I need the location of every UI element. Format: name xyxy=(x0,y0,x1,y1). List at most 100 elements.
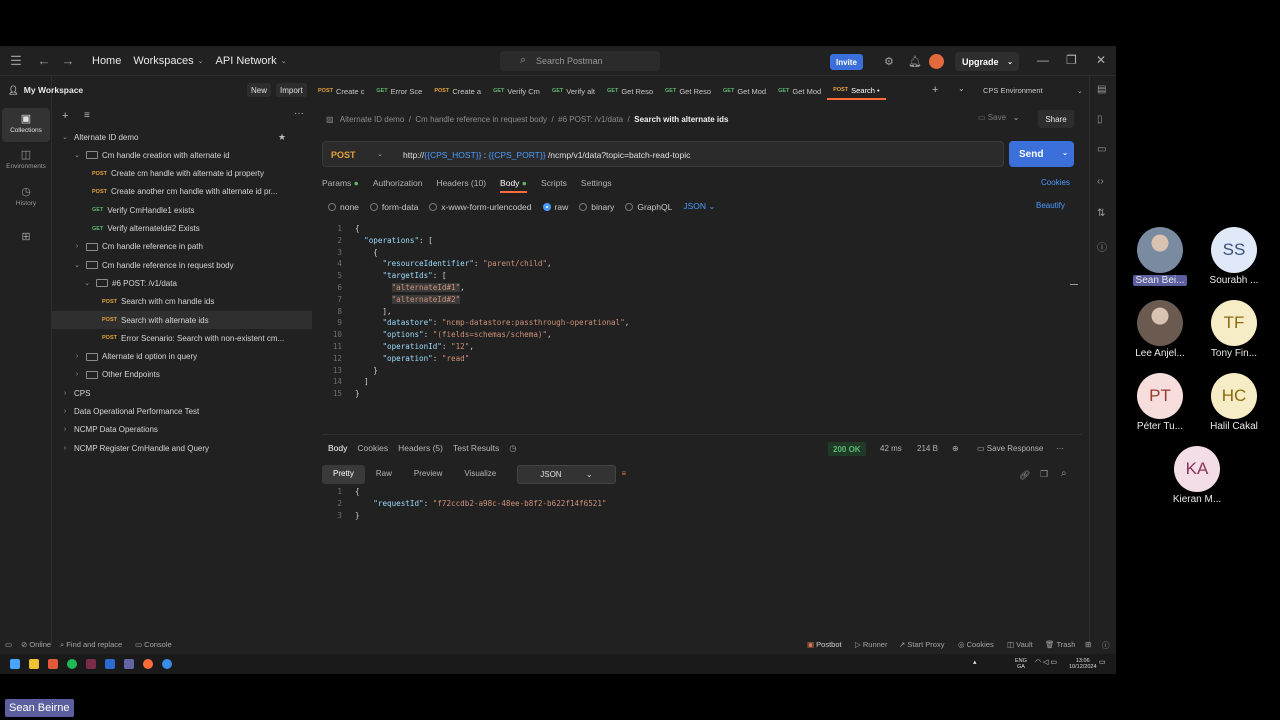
tab-body[interactable]: Body ● xyxy=(500,178,527,193)
sidebar-item[interactable]: › CPS xyxy=(52,384,312,402)
filter-icon[interactable]: ≡ xyxy=(84,110,90,121)
vault[interactable]: ◫ Vault xyxy=(1007,640,1033,649)
online-status[interactable]: ⊘ Online xyxy=(21,640,51,649)
participant-tile[interactable]: PT Péter Tu... xyxy=(1122,373,1198,432)
tab-request[interactable]: GET Get Mod xyxy=(772,82,827,100)
new-tab-icon[interactable]: + xyxy=(932,84,938,96)
comments-icon[interactable]: ▭ xyxy=(1097,144,1106,155)
tab-request[interactable]: GET Verify alt xyxy=(546,82,601,100)
url-input[interactable]: http://{{CPS_HOST}} : {{CPS_PORT}} /ncmp… xyxy=(403,150,690,160)
outlook-icon[interactable] xyxy=(105,659,115,669)
rail-collections[interactable]: ▣ Collections xyxy=(2,108,50,142)
sidebar-item[interactable]: ⌄ Cm handle creation with alternate id xyxy=(52,146,312,164)
new-button[interactable]: New xyxy=(247,83,272,97)
response-tab-headers[interactable]: Headers (5) xyxy=(398,443,443,454)
rail-environments[interactable]: ◫ Environments xyxy=(2,144,50,178)
info-icon[interactable]: ⓘ xyxy=(1097,239,1107,254)
beautify-link[interactable]: Beautify xyxy=(1036,201,1065,210)
tab-headers[interactable]: Headers (10) xyxy=(436,178,486,193)
menu-icon[interactable]: ☰ xyxy=(4,53,28,69)
tab-request[interactable]: GET Error Sce xyxy=(370,82,428,100)
radio-none[interactable]: none xyxy=(328,202,359,212)
chevron-right-icon[interactable]: › xyxy=(60,426,70,433)
layout-icon[interactable]: ▭ xyxy=(5,640,12,649)
sidebar-item[interactable]: POST Error Scenario: Search with non-exis… xyxy=(52,329,312,347)
browser-icon[interactable] xyxy=(48,659,58,669)
back-arrow-icon[interactable]: ← xyxy=(32,53,56,68)
format-preview[interactable]: Preview xyxy=(403,465,453,484)
format-visualize[interactable]: Visualize xyxy=(453,465,507,484)
breadcrumb-item[interactable]: #6 POST: /v1/data xyxy=(558,115,623,124)
send-button[interactable]: Send ⌄ xyxy=(1009,141,1074,167)
postman-icon[interactable] xyxy=(143,659,153,669)
participant-tile[interactable]: SS Sourabh ... xyxy=(1196,227,1272,286)
trash[interactable]: 🗑︎ Trash xyxy=(1045,640,1075,649)
save-response-button[interactable]: ▭ Save Response xyxy=(977,444,1043,453)
sidebar-item[interactable]: › Alternate id option in query xyxy=(52,348,312,366)
find-replace[interactable]: ⌕ Find and replace xyxy=(60,640,122,650)
share-button[interactable]: Share xyxy=(1038,110,1074,128)
chevron-down-icon[interactable]: ⌄ xyxy=(377,150,383,158)
chevron-up-icon[interactable]: ▴ xyxy=(973,659,977,666)
environment-selector[interactable]: CPS Environment ⌄ xyxy=(983,86,1083,95)
chevron-right-icon[interactable]: › xyxy=(72,371,82,378)
sidebar-item[interactable]: POST Create cm handle with alternate id p… xyxy=(52,165,312,183)
notification-bell-icon[interactable]: 🔔︎ xyxy=(908,55,922,68)
radio-urlencoded[interactable]: x-www-form-urlencoded xyxy=(429,202,532,212)
body-format-select[interactable]: JSON ⌄ xyxy=(683,201,715,212)
participant-tile[interactable]: TF Tony Fin... xyxy=(1196,300,1272,359)
spotify-icon[interactable] xyxy=(67,659,77,669)
notifications-icon[interactable]: ▭ xyxy=(1099,659,1106,666)
tab-request[interactable]: GET Get Mod xyxy=(717,82,772,100)
response-tab-body[interactable]: Body xyxy=(328,443,347,454)
radio-binary[interactable]: binary xyxy=(579,202,614,212)
settings-gear-icon[interactable]: ⚙ xyxy=(884,55,894,68)
radio-raw[interactable]: raw xyxy=(542,202,568,212)
cookies-link[interactable]: Cookies xyxy=(1041,178,1070,187)
file-explorer-icon[interactable] xyxy=(29,659,39,669)
windows-start-icon[interactable] xyxy=(10,659,20,669)
tab-request[interactable]: GET Get Reso xyxy=(659,82,717,100)
workspace-name[interactable]: My Workspace xyxy=(24,85,83,95)
app-icon[interactable] xyxy=(162,659,172,669)
workspaces-menu[interactable]: Workspaces ⌄ xyxy=(133,55,203,67)
user-avatar[interactable] xyxy=(929,54,944,69)
search-input[interactable]: ⌕ Search Postman xyxy=(500,51,660,71)
chevron-down-icon[interactable]: ⌄ xyxy=(72,151,82,159)
response-size[interactable]: 214 B xyxy=(917,444,938,453)
sidebar-item[interactable]: GET Verify alternateId#2 Exists xyxy=(52,220,312,238)
format-raw[interactable]: Raw xyxy=(365,465,403,484)
tab-authorization[interactable]: Authorization xyxy=(373,178,423,193)
save-button[interactable]: ▭ Save ⌄ xyxy=(978,113,1019,122)
radio-graphql[interactable]: GraphQL xyxy=(625,202,672,212)
chevron-right-icon[interactable]: › xyxy=(72,353,82,360)
scrollbar-marker[interactable] xyxy=(1070,284,1078,285)
upgrade-button[interactable]: Upgrade ⌄ xyxy=(955,52,1019,71)
sidebar-item[interactable]: › Other Endpoints xyxy=(52,366,312,384)
chevron-right-icon[interactable]: › xyxy=(60,408,70,415)
sidebar-item[interactable]: ⌄ #6 POST: /v1/data xyxy=(52,274,312,292)
sidebar-item[interactable]: › NCMP Data Operations xyxy=(52,421,312,439)
chevron-right-icon[interactable]: › xyxy=(60,390,70,397)
chevron-down-icon[interactable]: ⌄ xyxy=(60,133,70,141)
clock[interactable]: 13:06 10/12/2024 xyxy=(1069,658,1097,670)
search-icon[interactable]: ⌕ xyxy=(1061,468,1067,479)
radio-form-data[interactable]: form-data xyxy=(369,202,418,212)
import-button[interactable]: Import xyxy=(276,83,307,97)
chevron-right-icon[interactable]: › xyxy=(72,243,82,250)
more-options-icon[interactable]: ··· xyxy=(294,108,304,119)
close-icon[interactable]: ✕ xyxy=(1096,53,1106,67)
star-icon[interactable]: ★ xyxy=(278,132,286,143)
tab-request[interactable]: POST Search • xyxy=(827,82,886,100)
environment-quick-look-icon[interactable]: ▤ xyxy=(1097,84,1106,95)
documentation-icon[interactable]: ▯ xyxy=(1097,114,1103,125)
tab-request[interactable]: POST Create c xyxy=(312,82,370,100)
rail-apps[interactable]: ⊞ xyxy=(2,226,50,260)
tab-request[interactable]: POST Create a xyxy=(428,82,487,100)
home-link[interactable]: Home xyxy=(92,55,121,67)
forward-arrow-icon[interactable]: → xyxy=(56,53,80,68)
breadcrumb-current[interactable]: Search with alternate ids xyxy=(634,115,728,124)
sidebar-item[interactable]: › NCMP Register CmHandle and Query xyxy=(52,439,312,457)
breadcrumb-item[interactable]: Cm handle reference in request body xyxy=(415,115,547,124)
chevron-down-icon[interactable]: ⌄ xyxy=(72,261,82,269)
